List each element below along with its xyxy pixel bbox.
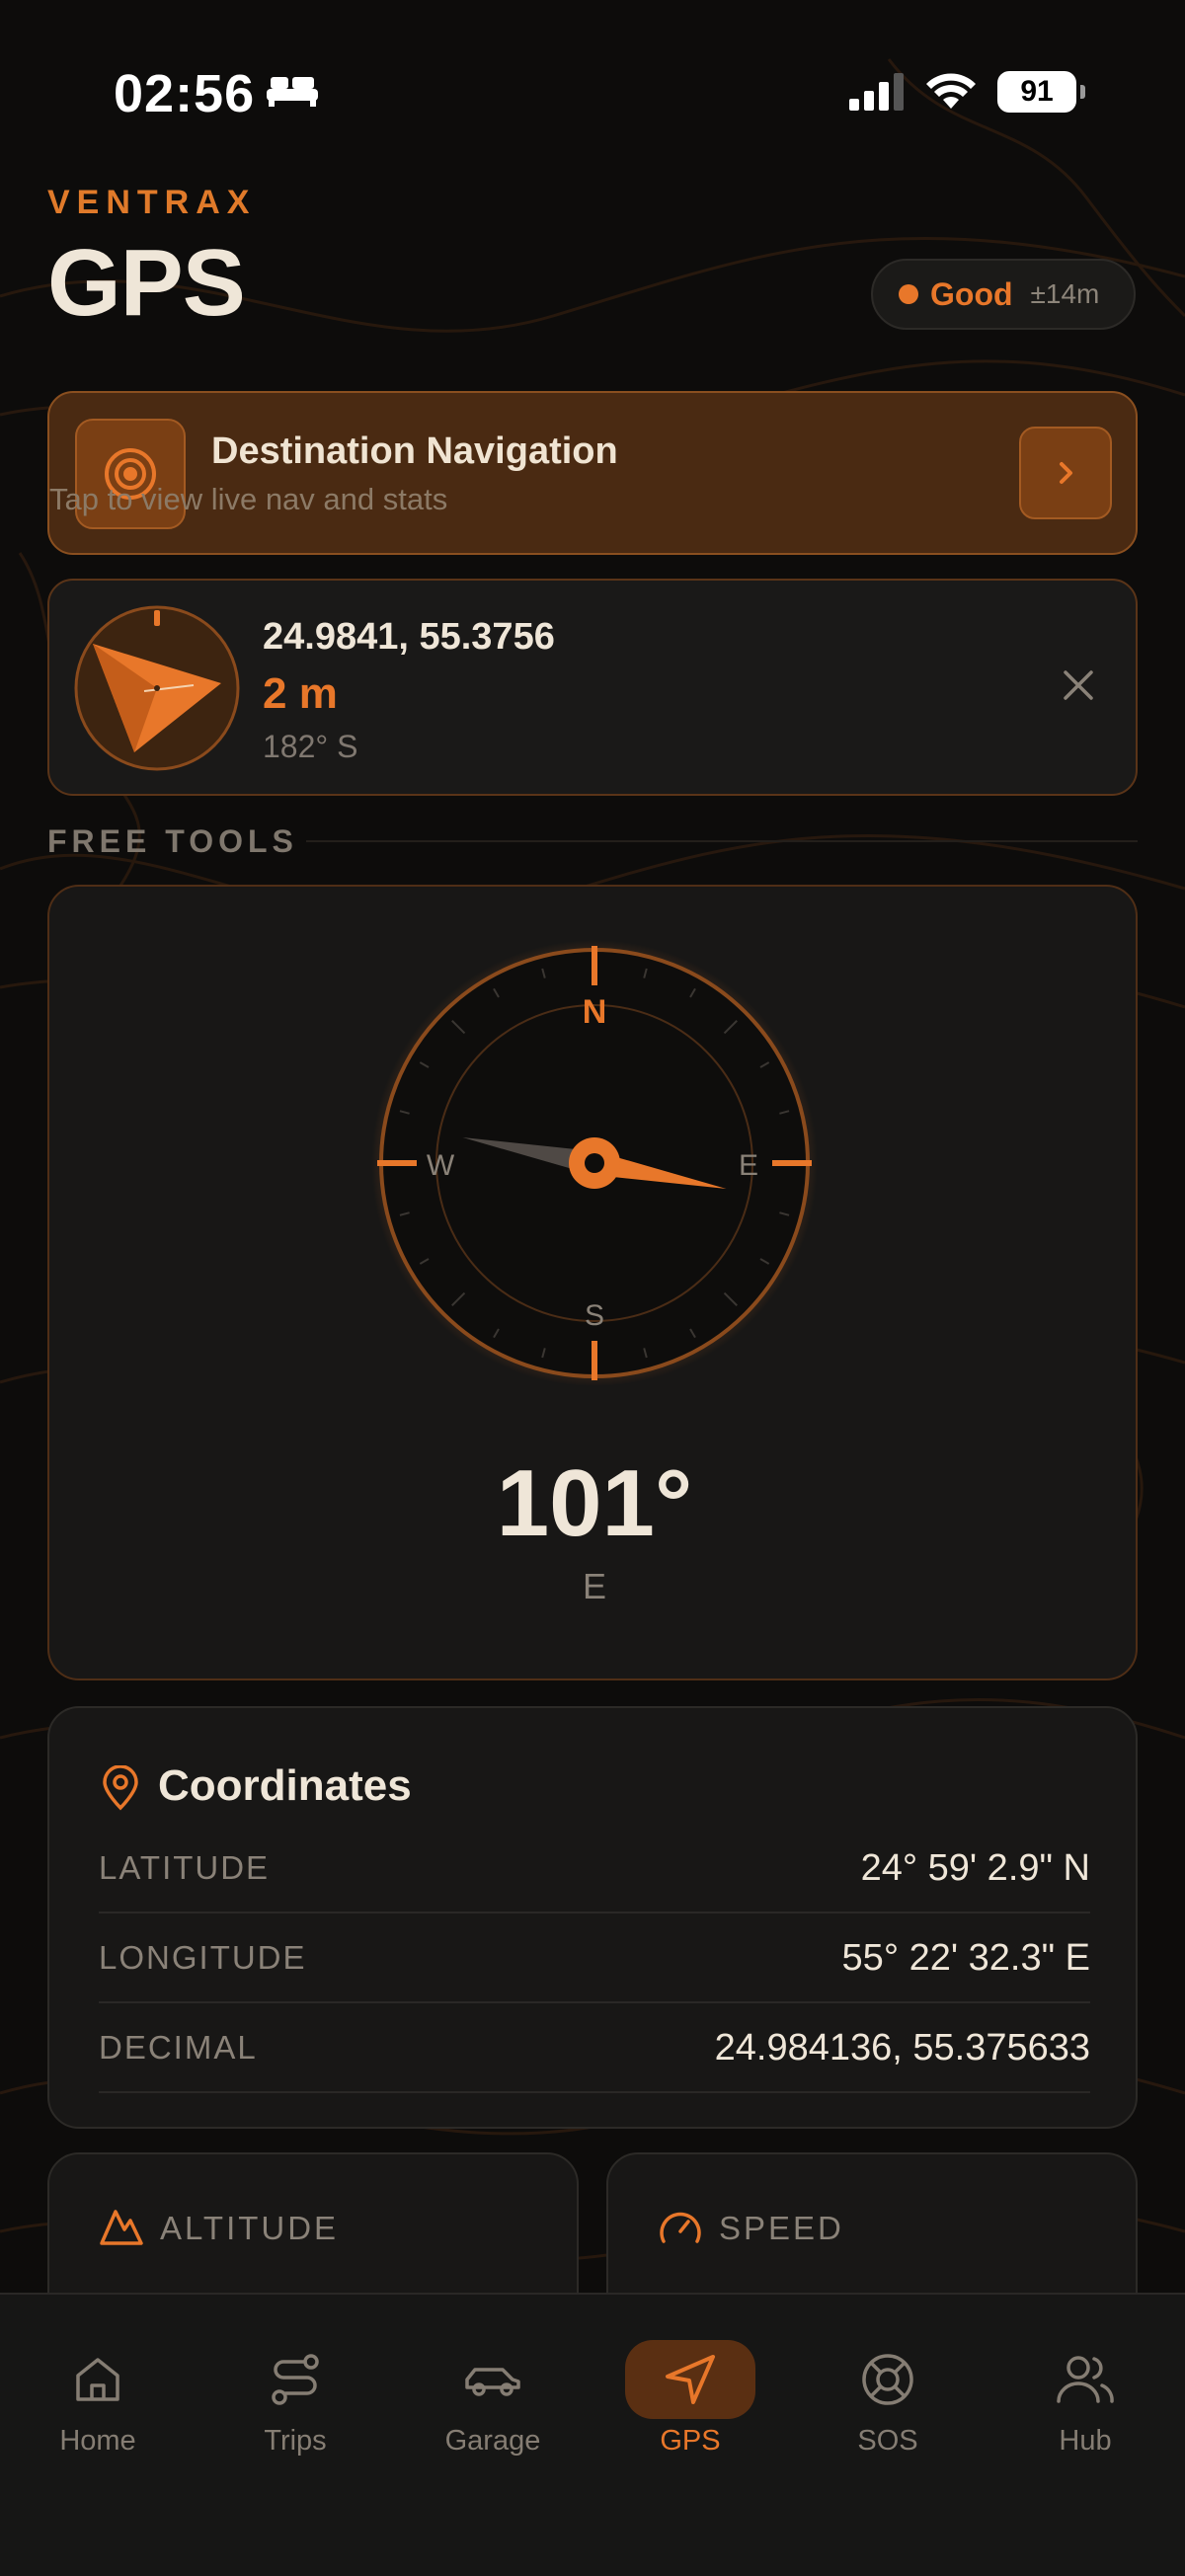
decimal-row: DECIMAL 24.984136, 55.375633 [99,2004,1090,2093]
sleep-focus-icon [267,77,318,107]
decimal-value: 24.984136, 55.375633 [714,2026,1090,2069]
speedometer-icon [660,2212,701,2243]
compass-dial: N E S W [371,940,818,1386]
compass-card: N E S W 101° E [47,885,1138,1680]
tab-gps[interactable]: GPS [621,2340,759,2458]
route-icon [226,2340,364,2419]
section-heading-free-tools: FREE TOOLS [47,823,298,859]
tab-trips-label: Trips [264,2425,327,2457]
destination-navigation-card[interactable]: Destination Navigation Tap to view live … [47,391,1138,555]
section-divider [306,840,1138,842]
location-pin-icon [103,1765,138,1811]
cellular-signal-icon [849,73,904,111]
navigation-icon [625,2340,755,2419]
heading-direction: E [582,1566,606,1606]
latitude-row: LATITUDE 24° 59' 2.9" N [99,1825,1090,1913]
tab-home-label: Home [59,2425,136,2457]
tab-gps-label: GPS [660,2425,721,2457]
waypoint-distance: 2 m [263,669,338,718]
lifebuoy-icon [819,2340,957,2419]
tab-hub-label: Hub [1059,2425,1112,2457]
chevron-right-icon[interactable] [1019,427,1112,519]
waypoint-bearing: 182° S [263,729,358,764]
battery-indicator: 91 [997,71,1085,113]
brand-label: VENTRAX [47,184,257,221]
longitude-label: LONGITUDE [99,1939,307,1976]
latitude-value: 24° 59' 2.9" N [860,1846,1090,1889]
users-icon [1016,2340,1154,2419]
signal-status-dot [899,284,918,304]
longitude-value: 55° 22' 32.3" E [841,1936,1090,1979]
home-icon [29,2340,167,2419]
tab-garage[interactable]: Garage [424,2340,562,2458]
car-icon [424,2340,562,2419]
longitude-row: LONGITUDE 55° 22' 32.3" E [99,1914,1090,2003]
compass-n-label: N [583,993,607,1031]
compass-e-label: E [739,1149,758,1182]
compass-s-label: S [585,1299,604,1332]
signal-quality: Good [930,275,1013,312]
tab-home[interactable]: Home [29,2340,167,2458]
heading-degrees: 101° [496,1450,693,1556]
tab-trips[interactable]: Trips [226,2340,364,2458]
destination-title: Destination Navigation [211,430,618,472]
close-icon[interactable] [1049,656,1108,715]
coordinates-card: Coordinates LATITUDE 24° 59' 2.9" N LONG… [47,1706,1138,2129]
gps-signal-badge[interactable]: Good ±14m [871,259,1136,330]
tab-sos[interactable]: SOS [819,2340,957,2458]
destination-subtitle: Tap to view live nav and stats [49,482,448,516]
wifi-icon [926,73,976,109]
coordinates-title: Coordinates [158,1761,412,1810]
compass-w-label: W [427,1149,455,1182]
page-title: GPS [47,230,246,336]
tab-garage-label: Garage [444,2425,541,2457]
signal-accuracy: ±14m [1030,278,1100,309]
bottom-tab-bar: Home Trips Garage GPS SOS Hub [0,2293,1185,2576]
speed-label: SPEED [719,2210,844,2246]
status-indicators: 91 [849,71,1085,113]
status-time: 02:56 [114,64,256,123]
tab-sos-label: SOS [857,2425,918,2457]
waypoint-coordinates: 24.9841, 55.3756 [263,616,555,658]
tab-hub[interactable]: Hub [1016,2340,1154,2458]
decimal-label: DECIMAL [99,2029,258,2066]
latitude-label: LATITUDE [99,1849,271,1886]
direction-arrow-icon [74,605,240,771]
altitude-label: ALTITUDE [160,2210,340,2246]
active-waypoint-card[interactable]: 24.9841, 55.3756 2 m 182° S [47,579,1138,796]
mountain-icon [100,2210,143,2245]
